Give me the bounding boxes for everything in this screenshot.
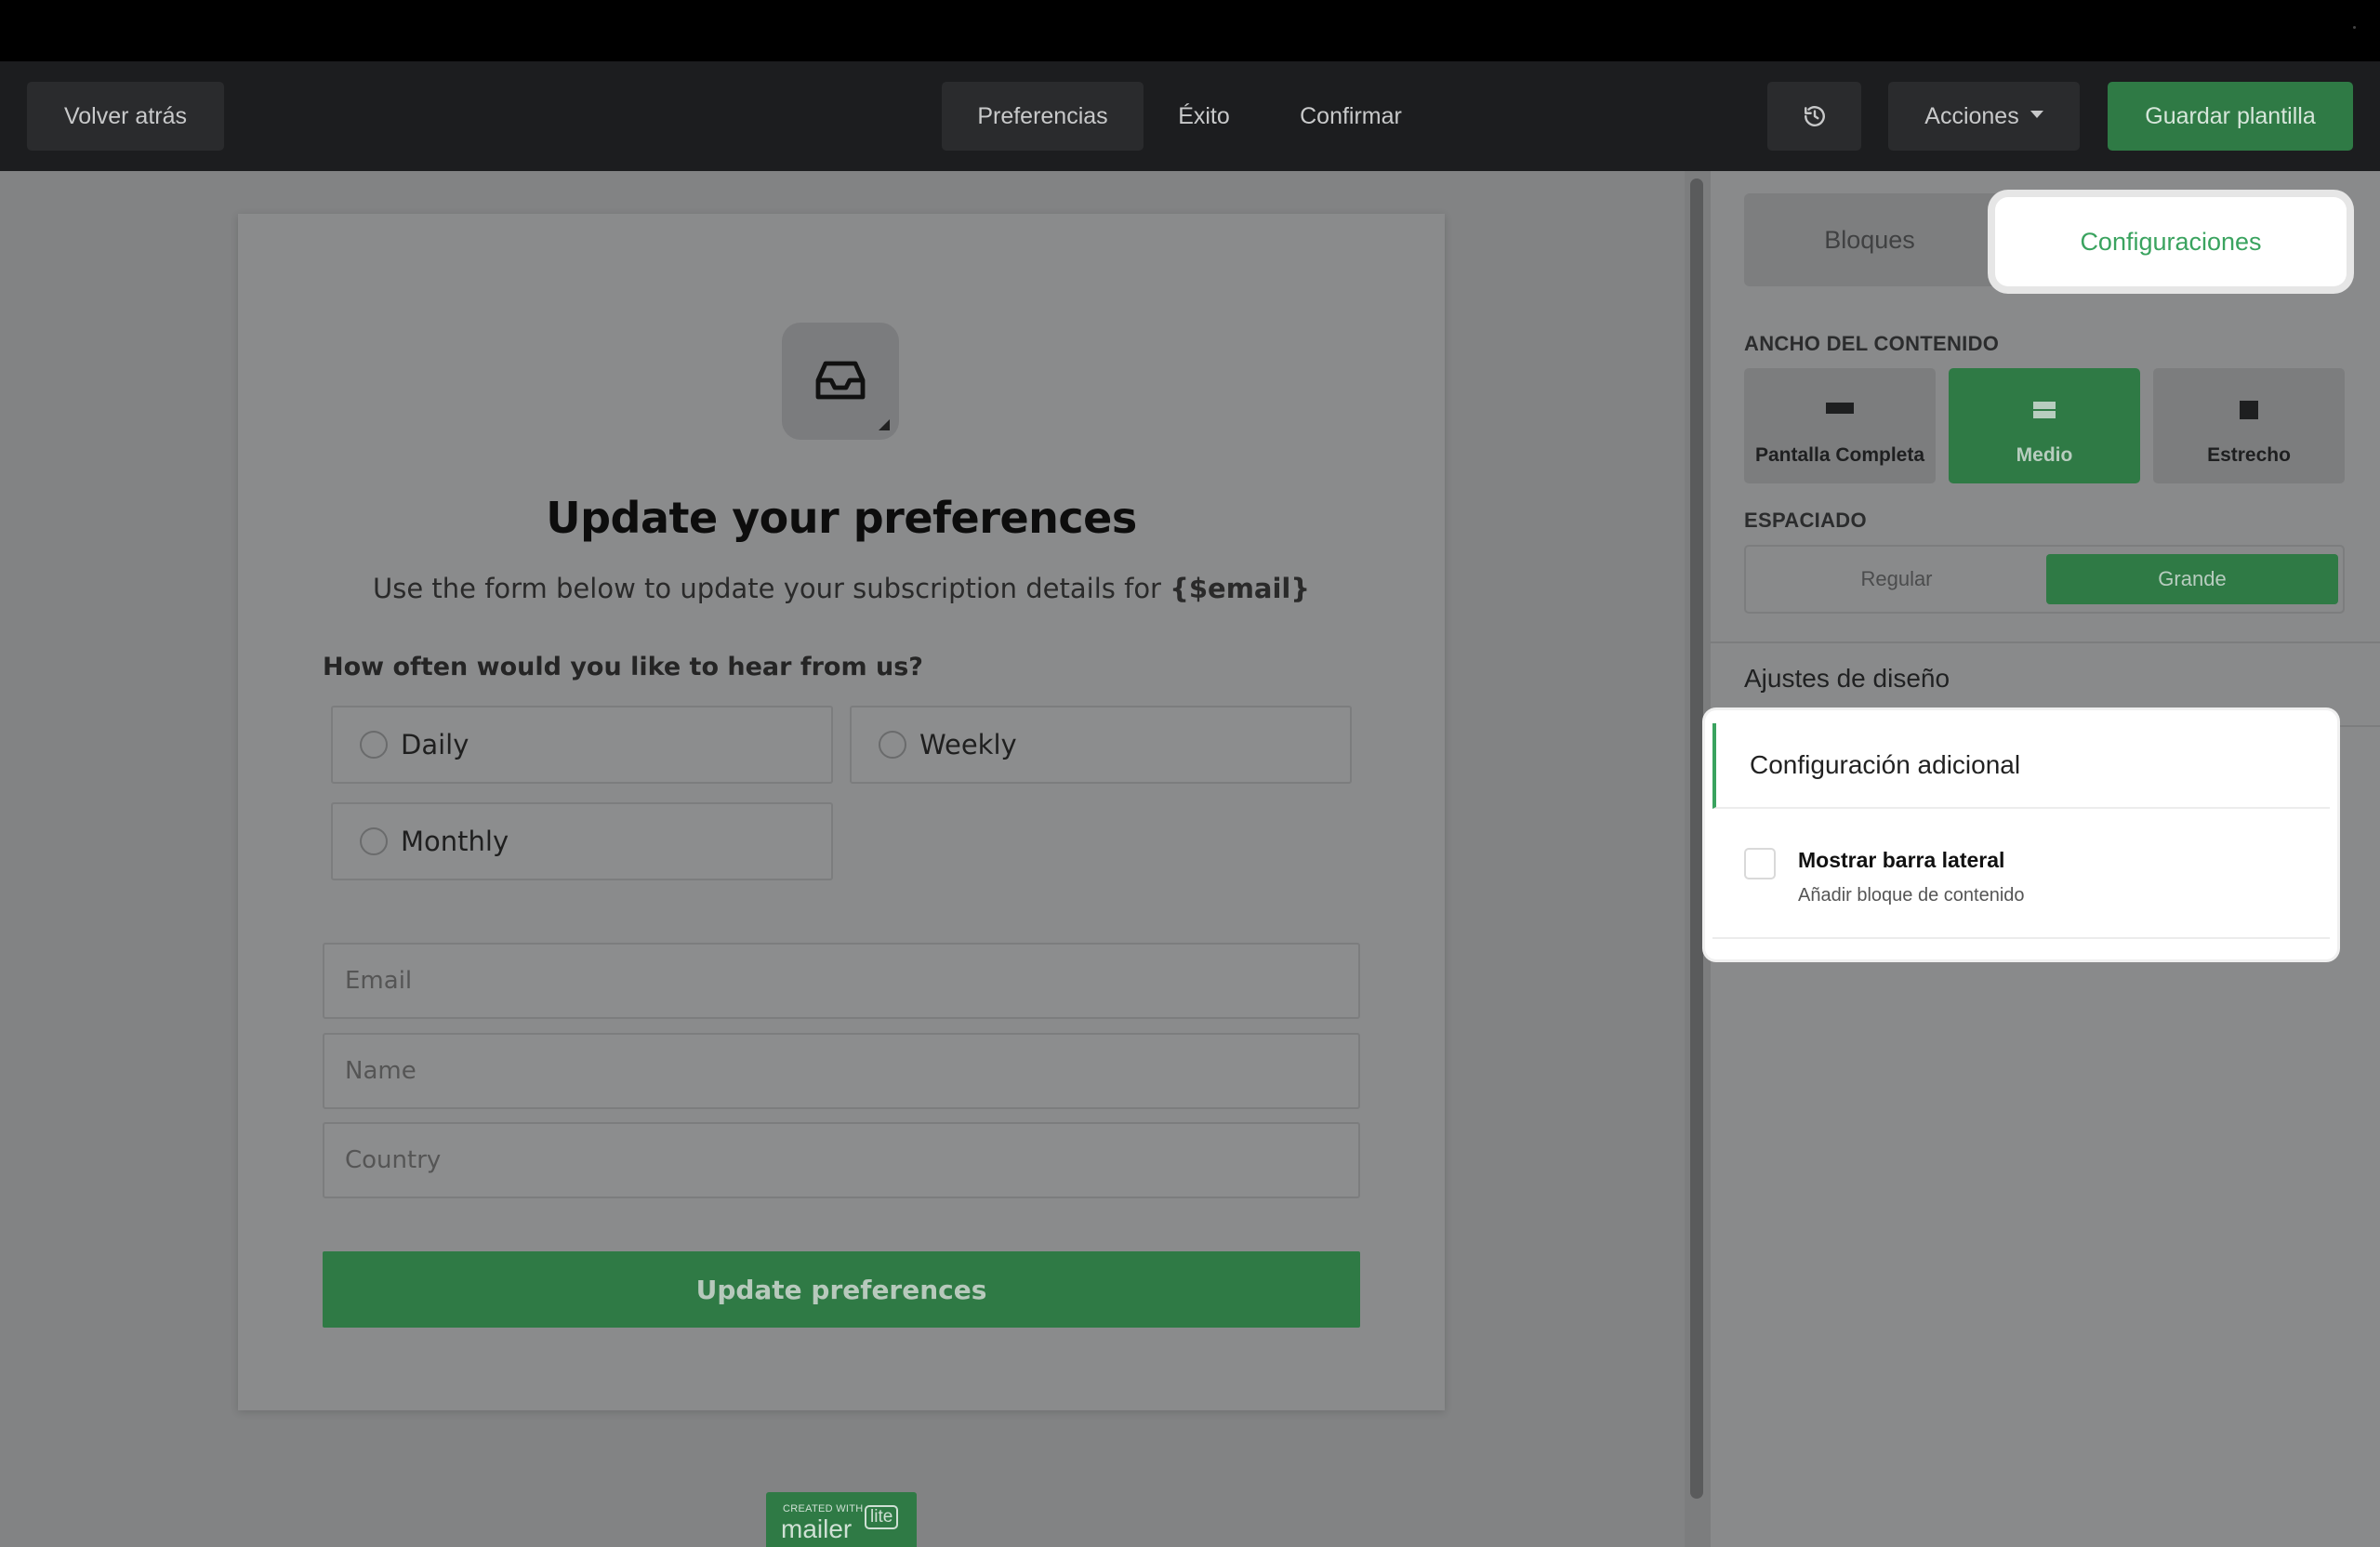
- option-label: Monthly: [401, 826, 509, 857]
- radio-circle-icon: [360, 827, 388, 855]
- actions-label: Acciones: [1924, 102, 2019, 129]
- update-preferences-button[interactable]: Update preferences: [323, 1251, 1360, 1328]
- panel-divider: [1711, 641, 2380, 643]
- spacing-toggle: Regular Grande: [1744, 545, 2345, 614]
- subtitle-text: Use the form below to update your subscr…: [372, 573, 1170, 604]
- width-medium-label: Medio: [2016, 444, 2073, 466]
- width-medium-icon: [2033, 402, 2056, 418]
- step-success[interactable]: Éxito: [1153, 82, 1255, 151]
- form-title: Update your preferences: [546, 493, 1137, 543]
- width-narrow-button[interactable]: Estrecho: [2153, 368, 2345, 483]
- actions-dropdown[interactable]: Acciones: [1888, 82, 2080, 151]
- chevron-down-icon: [2030, 111, 2043, 118]
- history-icon: [1804, 106, 1825, 126]
- show-sidebar-description: Añadir bloque de contenido: [1798, 885, 2025, 906]
- show-sidebar-label: Mostrar barra lateral: [1798, 848, 2005, 872]
- step-preferences[interactable]: Preferencias: [942, 82, 1144, 151]
- form-subtitle: Use the form below to update your subscr…: [238, 573, 1445, 604]
- width-full-label: Pantalla Completa: [1754, 444, 1925, 466]
- spacing-label: ESPACIADO: [1744, 509, 1867, 532]
- name-field[interactable]: Name: [323, 1033, 1360, 1109]
- option-daily[interactable]: Daily: [331, 706, 833, 784]
- design-settings-section[interactable]: Ajustes de diseño: [1744, 664, 1950, 694]
- show-sidebar-checkbox[interactable]: [1744, 848, 1776, 879]
- width-full-button[interactable]: Pantalla Completa: [1744, 368, 1936, 483]
- back-button[interactable]: Volver atrás: [27, 82, 224, 151]
- window-top-bar: [0, 0, 2380, 61]
- frequency-question: How often would you like to hear from us…: [323, 653, 923, 681]
- width-full-icon: [1826, 403, 1854, 414]
- option-weekly[interactable]: Weekly: [850, 706, 1352, 784]
- option-label: Daily: [401, 729, 469, 760]
- card-divider: [1712, 937, 2330, 939]
- save-template-button[interactable]: Guardar plantilla: [2108, 82, 2353, 151]
- spacing-large-button[interactable]: Grande: [2046, 554, 2338, 604]
- history-button[interactable]: [1767, 82, 1861, 151]
- additional-settings-card: Configuración adicional Mostrar barra la…: [1705, 710, 2337, 959]
- badge-brand: mailer: [781, 1514, 853, 1543]
- scrollbar-thumb[interactable]: [1690, 178, 1703, 1499]
- logo-placeholder[interactable]: [782, 323, 899, 440]
- width-medium-button[interactable]: Medio: [1949, 368, 2140, 483]
- tab-blocks[interactable]: Bloques: [1744, 193, 1995, 286]
- badge-lite: lite: [865, 1505, 899, 1529]
- option-monthly[interactable]: Monthly: [331, 802, 833, 880]
- width-narrow-icon: [2240, 401, 2258, 419]
- tab-settings[interactable]: Configuraciones: [1995, 197, 2347, 286]
- badge-caption: CREATED WITH: [783, 1503, 864, 1514]
- step-confirm[interactable]: Confirmar: [1276, 82, 1426, 151]
- additional-settings-header[interactable]: Configuración adicional: [1712, 723, 2330, 809]
- email-variable: {$email}: [1170, 573, 1311, 604]
- email-field[interactable]: Email: [323, 943, 1360, 1019]
- radio-circle-icon: [360, 731, 388, 759]
- editor-toolbar: Volver atrás Preferencias Éxito Confirma…: [0, 61, 2380, 171]
- spacing-regular-button[interactable]: Regular: [1746, 547, 2047, 612]
- resize-handle-icon[interactable]: [879, 419, 890, 430]
- width-narrow-label: Estrecho: [2207, 444, 2291, 466]
- mailerlite-badge[interactable]: CREATED WITH mailer lite: [766, 1492, 917, 1547]
- preferences-form-card: Update your preferences Use the form bel…: [238, 214, 1445, 1410]
- radio-circle-icon: [879, 731, 906, 759]
- country-field[interactable]: Country: [323, 1122, 1360, 1198]
- preview-canvas: Update your preferences Use the form bel…: [0, 171, 1692, 1547]
- option-label: Weekly: [919, 729, 1017, 760]
- content-width-label: ANCHO DEL CONTENIDO: [1744, 332, 2000, 355]
- camera-dot: [2353, 26, 2356, 29]
- inbox-icon: [815, 361, 866, 400]
